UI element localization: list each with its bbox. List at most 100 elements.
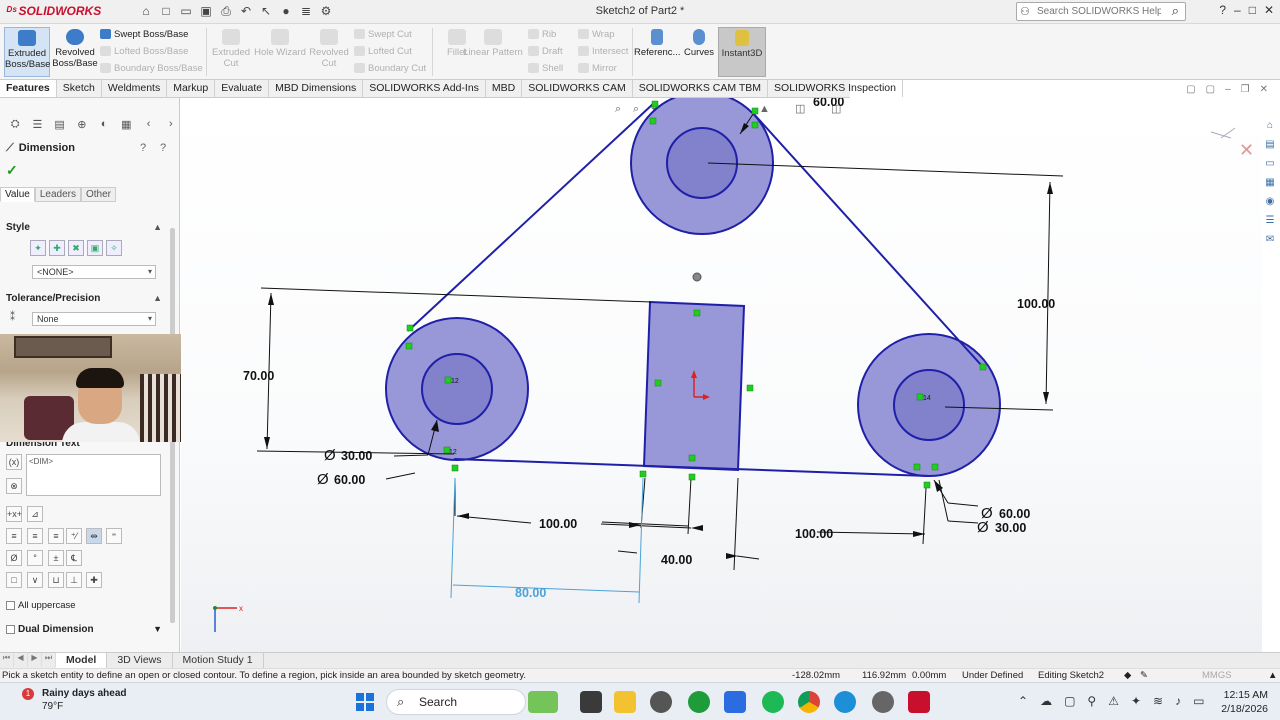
tab-solidworks-inspection[interactable]: SOLIDWORKS Inspection — [768, 80, 903, 97]
next-tab-icon[interactable]: ▶ — [28, 653, 42, 667]
apply-default-style-icon[interactable]: ✦ — [30, 240, 46, 256]
align-middle-icon[interactable]: ⇹ — [86, 528, 102, 544]
degree-symbol-icon[interactable]: ° — [27, 550, 43, 566]
chrome-icon[interactable] — [798, 691, 820, 713]
configuration-manager-icon[interactable]: ▤ — [51, 118, 69, 134]
extruded-cut-button[interactable]: Extruded Cut — [208, 27, 254, 77]
quick-tips-icon[interactable]: ✎ — [1140, 669, 1148, 682]
tile-view-icon[interactable]: ▢ — [1206, 84, 1215, 95]
dimension-text-field[interactable]: <DIM> — [26, 454, 161, 496]
tab-motion-study[interactable]: Motion Study 1 — [173, 653, 264, 668]
spotify-icon[interactable] — [762, 691, 784, 713]
view-settings-icon[interactable]: ◫ — [795, 103, 805, 115]
rebuild-status-icon[interactable]: ◆ — [1124, 669, 1131, 682]
revolved-boss-button[interactable]: Revolved Boss/Base — [52, 27, 98, 77]
tab-value[interactable]: Value — [0, 187, 35, 202]
square-symbol-icon[interactable]: □ — [6, 572, 22, 588]
tab-markup[interactable]: Markup — [167, 80, 216, 97]
help-search-input[interactable] — [1037, 4, 1161, 19]
tab-3d-views[interactable]: 3D Views — [107, 653, 173, 668]
tab-leaders[interactable]: Leaders — [34, 187, 81, 202]
status-units[interactable]: MMGS — [1202, 669, 1232, 682]
add-parentheses-icon[interactable]: (x) — [6, 454, 22, 470]
checkbox-icon[interactable] — [6, 624, 15, 634]
feature-manager-icon[interactable]: ⛭ — [6, 118, 24, 134]
right-inner-circle[interactable] — [893, 369, 965, 441]
dim-dia-30-right[interactable]: 30.00 — [995, 521, 1026, 535]
dim-top-partial[interactable]: 60.00 — [813, 98, 844, 109]
forum-icon[interactable]: ✉ — [1262, 232, 1278, 248]
add-style-icon[interactable]: ✚ — [49, 240, 65, 256]
tab-evaluate[interactable]: Evaluate — [215, 80, 270, 97]
load-style-icon[interactable]: ✧ — [106, 240, 122, 256]
top-inner-circle[interactable] — [666, 127, 738, 199]
graphics-area[interactable]: ⌕ ⌕ ↶ ◧ ◇ ■ ◉ ● ▲ ◫ ◫ — [181, 98, 1262, 652]
shell-button[interactable]: Shell — [528, 60, 563, 77]
all-uppercase-checkbox[interactable]: All uppercase — [6, 600, 76, 611]
tolerance-dropdown[interactable]: None ▾ — [32, 312, 156, 326]
ok-check-icon[interactable]: ✓ — [6, 162, 18, 179]
mirror-button[interactable]: Mirror — [578, 60, 628, 77]
countersink-symbol-icon[interactable]: ∨ — [27, 572, 43, 588]
restore-doc-icon[interactable]: ❐ — [1241, 84, 1250, 95]
settings-app-icon[interactable] — [872, 691, 894, 713]
tray-warning-icon[interactable]: ⚠ — [1108, 694, 1119, 708]
save-style-icon[interactable]: ▣ — [87, 240, 103, 256]
custom-properties-icon[interactable]: ☰ — [1262, 213, 1278, 229]
property-manager-icon[interactable]: ☰ — [28, 118, 46, 134]
tray-app2-icon[interactable]: ✦ — [1131, 694, 1141, 708]
boundary-boss-button[interactable]: Boundary Boss/Base — [100, 60, 203, 77]
tab-mbd[interactable]: MBD — [486, 80, 523, 97]
last-tab-icon[interactable]: ⏭ — [42, 653, 56, 667]
cam-manager-icon[interactable]: ▦ — [117, 118, 135, 134]
search-icon[interactable]: ⌕ — [1172, 3, 1179, 19]
battery-icon[interactable]: ▭ — [1193, 694, 1204, 708]
tray-expand-icon[interactable]: ⌃ — [1018, 694, 1028, 708]
file-explorer-icon[interactable]: ▭ — [1262, 156, 1278, 172]
dim-dia-60-left[interactable]: 60.00 — [334, 473, 365, 487]
solidworks-resources-icon[interactable]: ⌂ — [1262, 118, 1278, 134]
tab-weldments[interactable]: Weldments — [102, 80, 168, 97]
inspection-icon[interactable]: ⊗ — [6, 478, 22, 494]
weather-widget[interactable]: 1 Rainy days ahead 79°F — [22, 687, 126, 713]
lofted-boss-button[interactable]: Lofted Boss/Base — [100, 43, 203, 60]
plus-minus-symbol-icon[interactable]: ± — [48, 550, 64, 566]
tab-features[interactable]: Features — [0, 80, 57, 97]
extruded-boss-button[interactable]: Extruded Boss/Base — [4, 27, 50, 77]
counterbore-symbol-icon[interactable]: ⊔ — [48, 572, 64, 588]
dim-40[interactable]: 40.00 — [661, 553, 692, 567]
justify-center-icon[interactable]: ≡ — [27, 528, 43, 544]
tab-sketch[interactable]: Sketch — [57, 80, 102, 97]
help-search-box[interactable]: ⚇ ⌕ — [1016, 2, 1186, 21]
volume-icon[interactable]: ♪ — [1175, 694, 1181, 708]
instant3d-button[interactable]: Instant3D — [718, 27, 766, 77]
tab-model[interactable]: Model — [56, 653, 108, 668]
undo-icon[interactable]: ↶ — [238, 3, 254, 19]
style-section-header[interactable]: Style ▲ — [0, 222, 170, 236]
home-icon[interactable]: ⌂ — [138, 3, 154, 19]
style-dropdown[interactable]: <NONE> ▾ — [32, 265, 156, 279]
rebuild-icon[interactable]: ● — [278, 3, 294, 19]
onedrive-icon[interactable]: ☁ — [1040, 694, 1052, 708]
centerline-symbol-icon[interactable]: ℄ — [66, 550, 82, 566]
minimize-icon[interactable]: – — [1234, 3, 1241, 17]
dim-horizontal-100-right[interactable]: 100.00 — [795, 527, 833, 541]
tolerance-section-header[interactable]: Tolerance/Precision ▲ — [0, 293, 170, 307]
close-doc-icon[interactable]: ✕ — [1260, 84, 1268, 95]
minimize-doc-icon[interactable]: – — [1225, 84, 1231, 95]
file-explorer-icon[interactable] — [614, 691, 636, 713]
help-icon[interactable]: ? — [1219, 3, 1226, 17]
taskbar-search[interactable]: ⌕ Search — [386, 689, 526, 715]
save-icon[interactable]: ▣ — [198, 3, 214, 19]
dim-vertical-100[interactable]: 100.00 — [1017, 297, 1055, 311]
curves-button[interactable]: Curves — [680, 27, 718, 77]
swept-boss-button[interactable]: Swept Boss/Base — [100, 26, 203, 43]
close-icon[interactable]: ✕ — [1264, 3, 1274, 17]
open-file-icon[interactable]: ▭ — [178, 3, 194, 19]
file-properties-icon[interactable]: ≣ — [298, 3, 314, 19]
tab-mbd-dimensions[interactable]: MBD Dimensions — [269, 80, 364, 97]
help-icon[interactable]: ? — [140, 142, 146, 154]
prev-tab-icon[interactable]: ◀ — [14, 653, 28, 667]
left-inner-circle[interactable] — [421, 353, 493, 425]
delete-style-icon[interactable]: ✖ — [68, 240, 84, 256]
